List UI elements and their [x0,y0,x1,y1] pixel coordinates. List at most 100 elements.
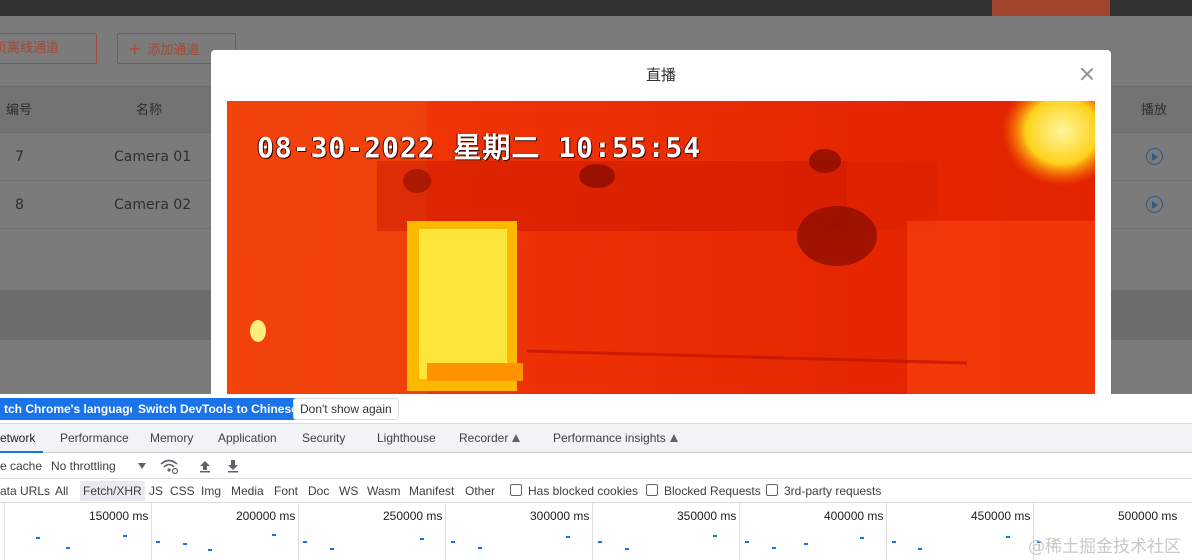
network-overview-timeline[interactable]: 150000 ms 200000 ms 250000 ms 300000 ms … [0,503,1192,560]
switch-chrome-language-button[interactable]: tch Chrome's language [0,398,143,420]
timeline-tick-label: 500000 ms [1118,509,1178,523]
video-timestamp-overlay: 08-30-2022 星期二 10:55:54 [257,131,702,164]
request-mark [66,547,70,549]
filter-js[interactable]: JS [146,481,166,501]
request-mark [892,541,896,543]
dialog-title: 直播 [645,66,676,84]
export-har-icon[interactable] [227,459,239,473]
request-mark [272,534,276,536]
tab-performance[interactable]: Performance [60,424,129,453]
tab-lighthouse[interactable]: Lighthouse [377,424,436,453]
app-top-bar [0,0,1192,16]
blocked-requests-label[interactable]: Blocked Requests [661,481,764,501]
has-blocked-cookies-checkbox[interactable] [510,484,522,496]
request-mark [918,548,922,550]
tab-performance-insights-label: Performance insights [553,431,666,445]
language-infobar: tch Chrome's language Switch DevTools to… [0,394,1192,424]
filter-fetch-xhr[interactable]: Fetch/XHR [80,481,145,501]
network-conditions-icon[interactable] [160,458,178,474]
timeline-tick-label: 250000 ms [383,509,443,523]
tab-application[interactable]: Application [218,424,277,453]
request-mark [772,547,776,549]
timeline-gridline [592,503,593,560]
network-toolbar: e cache No throttling [0,453,1192,479]
import-har-icon[interactable] [199,459,211,473]
timeline-gridline [4,503,5,560]
close-icon[interactable] [1079,66,1095,82]
header-id: 编号 [6,103,33,118]
filter-data-urls[interactable]: ata URLs [0,481,53,501]
row-name: Camera 02 [114,197,192,213]
devtools-tabs: etwork Performance Memory Application Se… [0,424,1192,453]
request-mark [303,541,307,543]
experimental-flask-icon [669,434,678,442]
request-mark [598,541,602,543]
row-id: 7 [15,149,24,165]
tab-security[interactable]: Security [302,424,345,453]
request-mark [208,549,212,551]
timeline-gridline [445,503,446,560]
request-mark [330,548,334,550]
blocked-requests-checkbox[interactable] [646,484,658,496]
live-stream-dialog: 直播 08-30-2022 星期二 10:55:54 [211,50,1111,394]
has-blocked-cookies-label[interactable]: Has blocked cookies [525,481,641,501]
offline-channels-label: 本页离线通道 [0,41,60,56]
filter-media[interactable]: Media [228,481,267,501]
request-mark [36,537,40,539]
header-name: 名称 [136,103,163,118]
filter-css[interactable]: CSS [167,481,198,501]
play-icon[interactable] [1146,196,1163,213]
filter-doc[interactable]: Doc [305,481,332,501]
request-mark [183,543,187,545]
request-mark [745,541,749,543]
timeline-tick-label: 450000 ms [971,509,1031,523]
request-mark [860,537,864,539]
thermal-video-player[interactable]: 08-30-2022 星期二 10:55:54 [227,101,1095,394]
throttling-select[interactable]: No throttling [51,453,116,479]
timeline-tick-label: 400000 ms [824,509,884,523]
request-mark [478,547,482,549]
request-mark [713,535,717,537]
devtools-panel: tch Chrome's language Switch DevTools to… [0,394,1192,560]
timeline-gridline [739,503,740,560]
request-mark [156,541,160,543]
filter-ws[interactable]: WS [336,481,361,501]
experimental-flask-icon [512,434,521,442]
top-bar-accent [992,0,1110,16]
row-name: Camera 01 [114,149,192,165]
request-mark [420,538,424,540]
request-mark [804,543,808,545]
dropdown-arrow-icon[interactable] [138,463,146,469]
header-play: 播放 [1141,103,1168,118]
filter-manifest[interactable]: Manifest [406,481,457,501]
third-party-requests-label[interactable]: 3rd-party requests [781,481,884,501]
timeline-tick-label: 300000 ms [530,509,590,523]
request-mark [451,541,455,543]
timeline-tick-label: 350000 ms [677,509,737,523]
request-filter-bar: ata URLs All Fetch/XHR JS CSS Img Media … [0,479,1192,503]
timeline-tick-label: 200000 ms [236,509,296,523]
filter-img[interactable]: Img [198,481,224,501]
disable-cache-label[interactable]: e cache [0,453,42,479]
dont-show-again-button[interactable]: Don't show again [293,398,399,420]
tab-memory[interactable]: Memory [150,424,193,453]
request-mark [625,548,629,550]
tab-recorder[interactable]: Recorder [459,424,521,453]
third-party-requests-checkbox[interactable] [766,484,778,496]
tab-performance-insights[interactable]: Performance insights [553,424,678,453]
timeline-gridline [886,503,887,560]
request-mark [566,536,570,538]
filter-all[interactable]: All [52,481,71,501]
watermark: @稀土掘金技术社区 [1028,537,1181,557]
tab-network[interactable]: etwork [0,424,44,453]
timeline-tick-label: 150000 ms [89,509,149,523]
switch-devtools-chinese-button[interactable]: Switch DevTools to Chinese [132,398,304,420]
tab-recorder-label: Recorder [459,431,509,445]
filter-other[interactable]: Other [462,481,498,501]
play-icon[interactable] [1146,148,1163,165]
filter-font[interactable]: Font [271,481,301,501]
timeline-gridline [151,503,152,560]
filter-wasm[interactable]: Wasm [364,481,404,501]
offline-channels-button[interactable]: 本页离线通道 [0,33,97,64]
add-channel-label: 添加通道 [147,43,200,58]
